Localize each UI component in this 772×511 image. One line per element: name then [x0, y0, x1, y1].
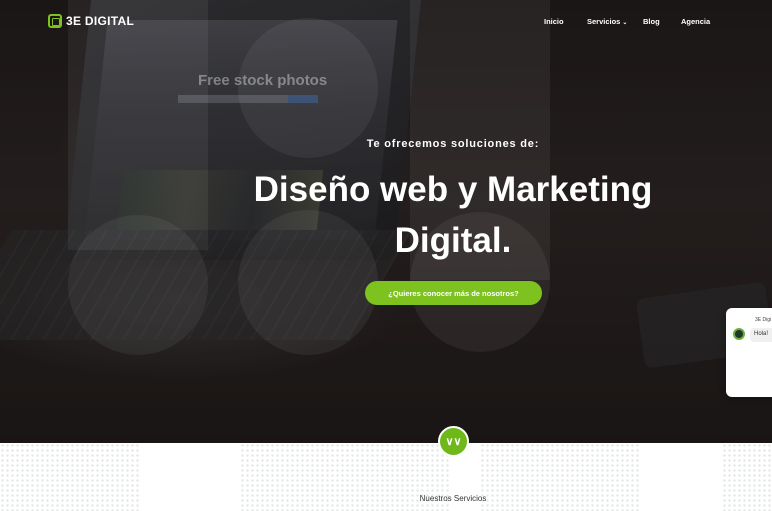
services-title: Nuestros Servicios	[419, 494, 487, 503]
overlay-circle	[68, 215, 208, 355]
double-chevron-down-icon[interactable]: ∨∨	[438, 426, 469, 457]
about-us-button[interactable]: ¿Quieres conocer más de nosotros?	[365, 281, 542, 305]
overlay-shape	[68, 0, 208, 250]
overlay-circle	[238, 18, 378, 158]
chat-message: Hola!	[750, 328, 772, 342]
nav-item-agencia[interactable]: Agencia	[681, 17, 710, 26]
nav-item-blog[interactable]: Blog	[643, 17, 660, 26]
nav-item-servicios[interactable]: Servicios ⌄	[587, 17, 627, 26]
chat-avatar	[733, 328, 745, 340]
chevron-down-icon: ⌄	[622, 20, 628, 26]
main-nav: Inicio Servicios ⌄ Blog Agencia	[0, 17, 772, 29]
chat-widget[interactable]: 3E Digi Hola!	[726, 308, 772, 397]
hero-headline: Diseño web y Marketing Digital.	[253, 170, 653, 260]
nav-item-inicio[interactable]: Inicio	[544, 17, 564, 26]
nav-item-servicios-label: Servicios	[587, 17, 621, 26]
chat-agent-name: 3E Digi	[755, 317, 772, 323]
hero-subtitle: Te ofrecemos soluciones de:	[366, 138, 540, 150]
